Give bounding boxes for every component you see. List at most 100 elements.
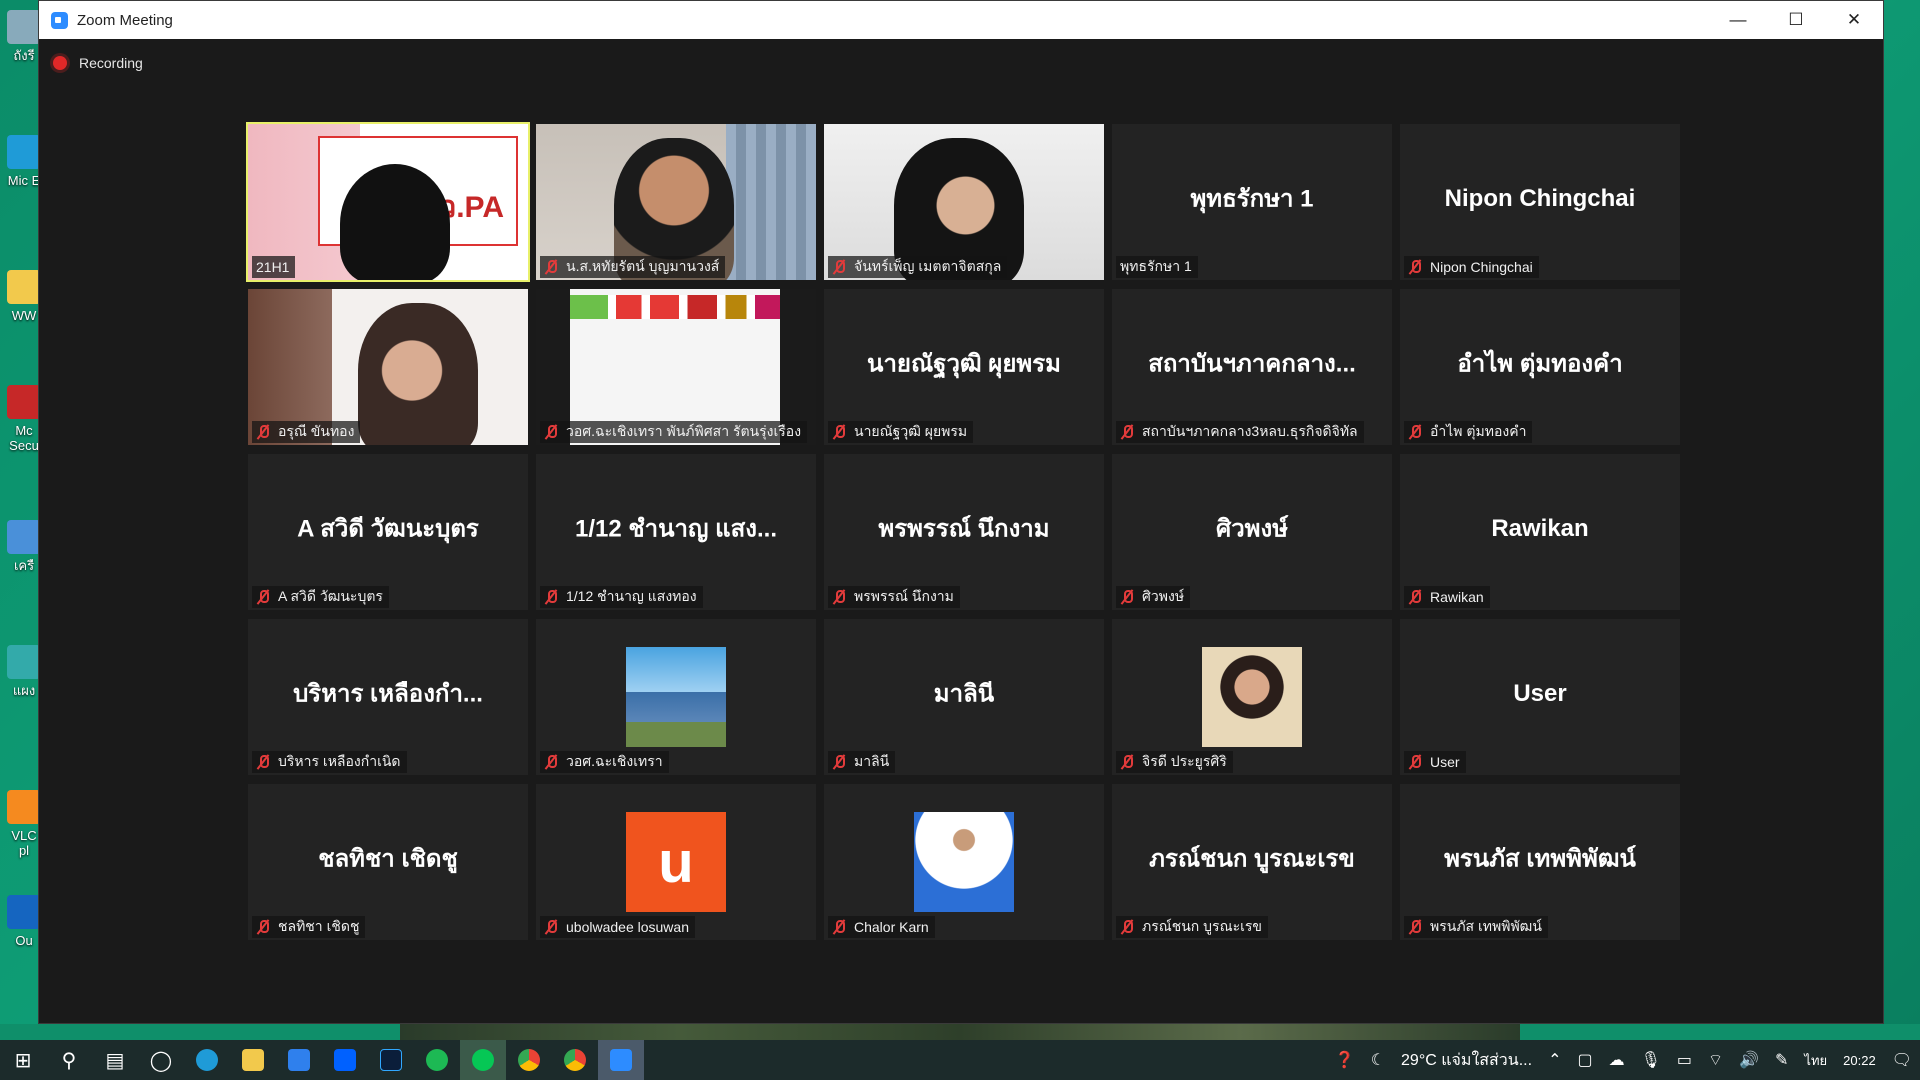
window-titlebar[interactable]: Zoom Meeting — ☐ ✕ [39, 1, 1883, 39]
participant-tile[interactable]: ภรณ์ชนก บูรณะเรข ภรณ์ชนก บูรณะเรข [1112, 784, 1392, 940]
help-icon[interactable]: ❓ [1335, 1050, 1355, 1070]
notification-icon[interactable]: 🗨 [1892, 1050, 1912, 1070]
participant-tile[interactable]: จิรดี ประยูรศิริ [1112, 619, 1392, 775]
muted-mic-icon [1120, 424, 1134, 440]
participant-tile[interactable]: u ubolwadee losuwan [536, 784, 816, 940]
participant-tile[interactable]: อำไพ ตุ่มทองคำ อำไพ ตุ่มทองคำ [1400, 289, 1680, 445]
participant-name: นายณัฐวุฒิ ผุยพรม [854, 423, 968, 439]
participant-name: User [1430, 754, 1460, 770]
desktop-icon[interactable]: Mc Secu [6, 385, 42, 453]
participant-name-label: พรพรรณ์ นึกงาม [828, 586, 960, 608]
participant-tile[interactable]: Chalor Karn [824, 784, 1104, 940]
desktop-icon[interactable]: เครื [6, 520, 42, 573]
participant-tile[interactable]: วอศ.ฉะเชิงเทรา [536, 619, 816, 775]
participant-tile[interactable]: บริหาร เหลืองกำ... บริหาร เหลืองกำเนิด [248, 619, 528, 775]
participant-tile[interactable]: อรุณี ขันทอง [248, 289, 528, 445]
weather-text[interactable]: 29°C แจ่มใสส่วน... [1401, 1048, 1532, 1073]
spotify-icon[interactable] [414, 1040, 460, 1080]
desktop-app-icon [7, 135, 41, 169]
battery-icon[interactable]: ▭ [1677, 1050, 1692, 1070]
participant-tile[interactable]: พรพรรณ์ นึกงาม พรพรรณ์ นึกงาม [824, 454, 1104, 610]
participant-tile[interactable]: ชลทิชา เชิดชู ชลทิชา เชิดชู [248, 784, 528, 940]
meet-icon[interactable]: ▢ [1577, 1050, 1592, 1070]
onedrive-icon[interactable]: ☁ [1609, 1050, 1625, 1070]
muted-mic-icon [1120, 754, 1134, 770]
participant-display-name: อำไพ ตุ่มทองคำ [1457, 350, 1623, 378]
desktop-app-icon [7, 10, 41, 44]
task-view-icon[interactable]: ▤ [92, 1040, 138, 1080]
chevron-up-icon[interactable]: ⌃ [1548, 1050, 1561, 1070]
participant-tile[interactable]: มาลินี มาลินี [824, 619, 1104, 775]
desktop-app-icon [7, 645, 41, 679]
participant-name: ubolwadee losuwan [566, 919, 689, 935]
participant-tile[interactable]: พรนภัส เทพพิพัฒน์ พรนภัส เทพพิพัฒน์ [1400, 784, 1680, 940]
chrome-profile-icon[interactable] [552, 1040, 598, 1080]
weather-icon[interactable]: ☾ [1371, 1050, 1385, 1070]
wifi-icon[interactable]: ⌔ [1708, 1050, 1723, 1070]
participant-tile[interactable]: A สวิดี วัฒนะบุตร A สวิดี วัฒนะบุตร [248, 454, 528, 610]
participant-tile[interactable]: ว.PA 21H1 [246, 122, 530, 282]
muted-mic-icon [832, 424, 846, 440]
desktop-icon-label: VLC pl [11, 828, 37, 858]
muted-mic-icon [544, 754, 558, 770]
participant-tile[interactable]: วอศ.ฉะเชิงเทรา พันภ์พิศสา รัตนรุ่งเรือง [536, 289, 816, 445]
line-icon[interactable] [460, 1040, 506, 1080]
participant-tile[interactable]: นายณัฐวุฒิ ผุยพรม นายณัฐวุฒิ ผุยพรม [824, 289, 1104, 445]
participant-tile[interactable]: Rawikan Rawikan [1400, 454, 1680, 610]
clock[interactable]: 20:22 [1843, 1053, 1876, 1068]
participant-display-name: พรนภัส เทพพิพัฒน์ [1444, 845, 1636, 873]
cortana-icon[interactable]: ◯ [138, 1040, 184, 1080]
desktop-icon-label: ถังรี [13, 48, 35, 63]
muted-mic-icon [1408, 919, 1422, 935]
participant-tile[interactable]: Nipon Chingchai Nipon Chingchai [1400, 124, 1680, 280]
edge-icon[interactable] [184, 1040, 230, 1080]
photoshop-icon[interactable] [368, 1040, 414, 1080]
pen-icon[interactable]: ✎ [1775, 1050, 1788, 1070]
zoom-icon[interactable] [598, 1040, 644, 1080]
muted-mic-icon [1408, 589, 1422, 605]
participant-name-label: 1/12 ชำนาญ แสงทอง [540, 586, 703, 608]
participant-tile[interactable]: 1/12 ชำนาญ แสง... 1/12 ชำนาญ แสงทอง [536, 454, 816, 610]
participant-tile[interactable]: น.ส.หทัยรัตน์ บุญมานวงส์ [536, 124, 816, 280]
participant-display-name: User [1513, 680, 1567, 708]
participant-name: 1/12 ชำนาญ แสงทอง [566, 588, 697, 604]
participant-tile[interactable]: User User [1400, 619, 1680, 775]
file-explorer-icon[interactable] [230, 1040, 276, 1080]
desktop-icon[interactable]: ถังรี [6, 10, 42, 63]
desktop-icon[interactable]: WW [6, 270, 42, 323]
desktop-icon[interactable]: Mic E [6, 135, 42, 188]
participant-tile[interactable]: จันทร์เพ็ญ เมตตาจิตสกุล [824, 124, 1104, 280]
participant-tile[interactable]: ศิวพงษ์ ศิวพงษ์ [1112, 454, 1392, 610]
dropbox-icon[interactable] [322, 1040, 368, 1080]
search-icon[interactable]: ⚲ [46, 1040, 92, 1080]
minimize-button[interactable]: — [1709, 1, 1767, 39]
maximize-button[interactable]: ☐ [1767, 1, 1825, 39]
participant-display-name: พรพรรณ์ นึกงาม [878, 515, 1050, 543]
participant-name: 21H1 [256, 259, 290, 275]
participant-name-label: น.ส.หทัยรัตน์ บุญมานวงส์ [540, 256, 726, 278]
desktop-app-icon [7, 895, 41, 929]
desktop-icon[interactable]: VLC pl [6, 790, 42, 858]
participant-name: อรุณี ขันทอง [278, 423, 355, 439]
participant-display-name: Rawikan [1491, 515, 1589, 543]
participant-tile[interactable]: สถาบันฯภาคกลาง... สถาบันฯภาคกลาง3หลบ.ธุรก… [1112, 289, 1392, 445]
participant-name: บริหาร เหลืองกำเนิด [278, 753, 401, 769]
microphone-icon[interactable]: 🎙 [1641, 1050, 1661, 1070]
participant-name-label: อรุณี ขันทอง [252, 421, 361, 443]
chrome-icon[interactable] [506, 1040, 552, 1080]
desktop-icon-label: Mic E [7, 173, 41, 188]
participant-name-label: มาลินี [828, 751, 896, 773]
close-button[interactable]: ✕ [1825, 1, 1883, 39]
zoom-meeting-window: Zoom Meeting — ☐ ✕ Recording ว.PA 21H1 น.ส… [38, 0, 1884, 1024]
volume-icon[interactable]: 🔊 [1739, 1050, 1759, 1070]
language-indicator[interactable]: ไทย [1804, 1050, 1827, 1071]
participant-name: ภรณ์ชนก บูรณะเรข [1142, 918, 1262, 934]
participant-tile[interactable]: พุทธรักษา 1 พุทธรักษา 1 [1112, 124, 1392, 280]
start-icon[interactable]: ⊞ [0, 1040, 46, 1080]
desktop-icon[interactable]: แผง [6, 645, 42, 698]
desktop-app-icon [7, 385, 41, 419]
recording-indicator[interactable]: Recording [53, 55, 143, 71]
mail-icon[interactable] [276, 1040, 322, 1080]
desktop-icon[interactable]: Ou [6, 895, 42, 948]
participant-name: พรพรรณ์ นึกงาม [854, 588, 954, 604]
